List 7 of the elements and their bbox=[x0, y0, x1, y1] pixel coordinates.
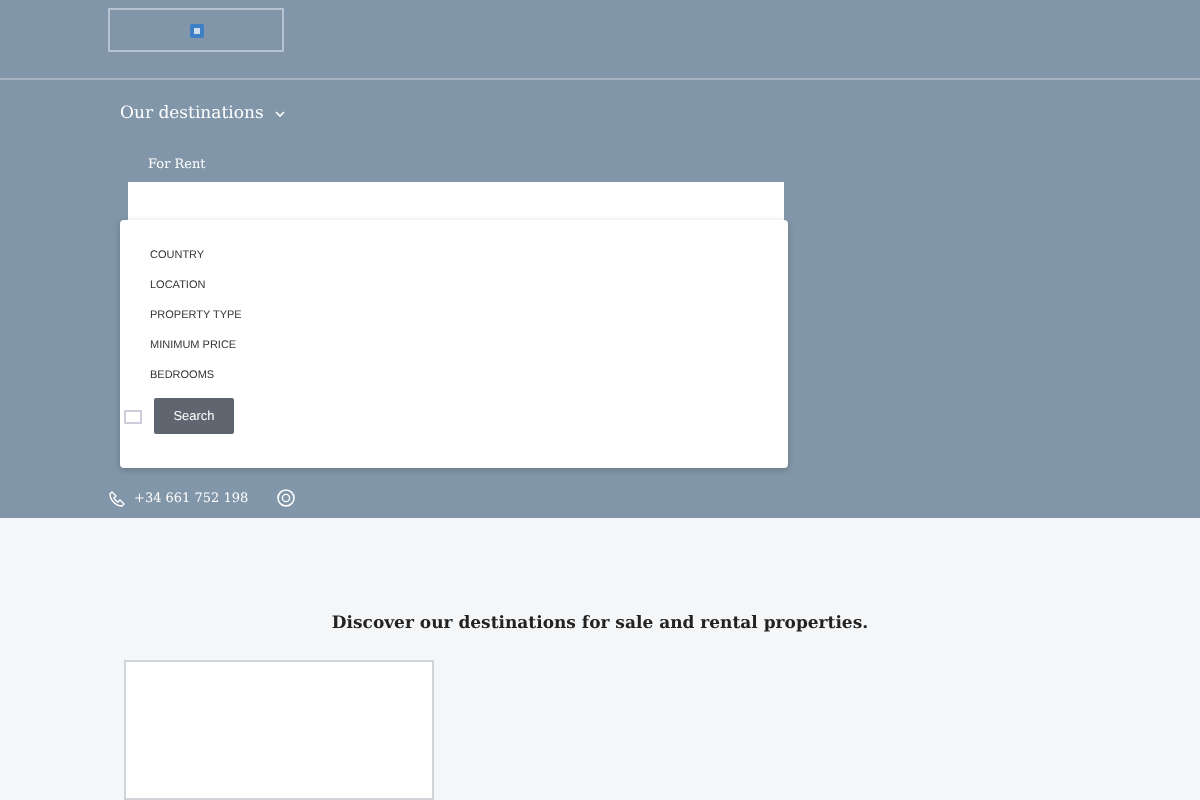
checkbox[interactable] bbox=[124, 409, 142, 423]
phone-icon bbox=[108, 489, 126, 507]
section-title: Discover our destinations for sale and rental properties. bbox=[329, 614, 871, 634]
logo[interactable] bbox=[108, 8, 284, 52]
logo-icon bbox=[189, 23, 203, 37]
chevron-down-icon bbox=[273, 110, 286, 118]
whatsapp-icon[interactable] bbox=[276, 488, 297, 508]
